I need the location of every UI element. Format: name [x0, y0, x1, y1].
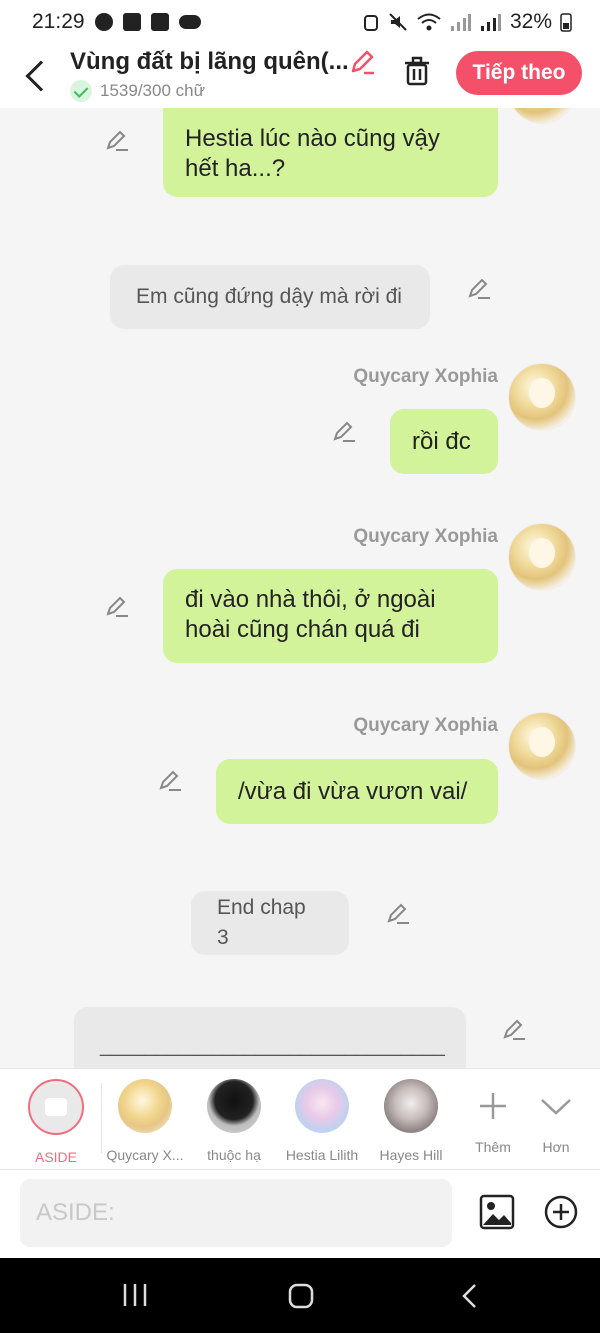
battery-icon: [560, 13, 572, 32]
avatar[interactable]: [508, 712, 576, 780]
edit-pencil-icon[interactable]: [385, 901, 411, 927]
chat-area[interactable]: Hestia lúc nào cũng vậy hết ha...? Em cũ…: [0, 108, 600, 1068]
more-label: Hơn: [542, 1139, 570, 1155]
home-icon[interactable]: [287, 1282, 315, 1310]
chevron-down-icon: [541, 1099, 571, 1115]
character-label: thuộc hạ: [207, 1147, 261, 1163]
add-circle-icon[interactable]: [543, 1194, 579, 1230]
recent-apps-icon[interactable]: [120, 1282, 150, 1308]
message-bubble[interactable]: đi vào nhà thôi, ở ngoài hoài cũng chán …: [163, 569, 498, 663]
cloud-icon: [178, 15, 201, 29]
sender-name: Quycary Xophia: [353, 715, 498, 736]
image-icon[interactable]: [479, 1194, 515, 1230]
next-button[interactable]: Tiếp theo: [456, 51, 582, 95]
message-bubble[interactable]: /vừa đi vừa vươn vai/: [216, 759, 498, 824]
status-bar: 21:29 32%: [0, 0, 600, 44]
messenger-icon: [94, 13, 113, 31]
edit-pencil-icon[interactable]: [466, 276, 492, 302]
edit-pencil-icon[interactable]: [501, 1017, 527, 1043]
sender-name: Quycary Xophia: [353, 526, 498, 547]
aside-text: _______________________________: [100, 1035, 445, 1057]
clock: 21:29: [32, 10, 85, 33]
message-bubble[interactable]: rồi đc: [390, 409, 498, 474]
image-notification-icon: [150, 13, 169, 31]
message-bubble[interactable]: Hestia lúc nào cũng vậy hết ha...?: [163, 108, 498, 197]
system-nav-bar: [0, 1258, 600, 1333]
character-bar: ASIDE Quycary X... thuộc hạ Hestia Lilit…: [0, 1068, 600, 1170]
signal-icon: [450, 14, 471, 31]
sender-name: Quycary Xophia: [353, 366, 498, 387]
mute-icon: [389, 13, 407, 31]
character-label: ASIDE: [34, 1149, 77, 1165]
character-hestia[interactable]: Hestia Lilith: [277, 1079, 367, 1163]
aside-bubble[interactable]: _______________________________: [74, 1007, 466, 1068]
more-button[interactable]: Hơn: [511, 1079, 600, 1155]
character-label: Hestia Lilith: [285, 1147, 359, 1163]
header: Vùng đất bị lãng quên(... 1539/300 chữ T…: [0, 44, 600, 108]
message-text: rồi đc: [412, 427, 471, 455]
edit-pencil-icon[interactable]: [104, 594, 130, 620]
character-hayes[interactable]: Hayes Hill: [366, 1079, 456, 1163]
character-thuoc-ha[interactable]: thuộc hạ: [189, 1079, 279, 1163]
battery-percent: 32%: [509, 10, 552, 33]
alarm-icon: [363, 15, 378, 31]
avatar: [384, 1079, 438, 1133]
back-arrow-icon[interactable]: [25, 60, 57, 92]
trash-icon[interactable]: [402, 56, 432, 86]
character-label: Hayes Hill: [379, 1147, 443, 1163]
aside-bubble[interactable]: Em cũng đứng dậy mà rời đi: [110, 265, 430, 329]
message-text: đi vào nhà thôi, ở ngoài: [185, 586, 436, 613]
message-text: /vừa đi vừa vươn vai/: [238, 777, 468, 805]
checkbox-notification-icon: [122, 13, 141, 31]
avatar[interactable]: [508, 523, 576, 591]
avatar[interactable]: [508, 108, 576, 124]
avatar: [295, 1079, 349, 1133]
signal-icon-2: [480, 14, 501, 31]
wifi-icon: [417, 13, 441, 31]
aside-icon: [28, 1079, 84, 1135]
message-text: Hestia lúc nào cũng vậy: [185, 125, 440, 152]
input-bar: [0, 1170, 600, 1258]
word-count: 1539/300 chữ: [100, 81, 205, 100]
character-label: Quycary X...: [106, 1147, 184, 1163]
avatar: [207, 1079, 261, 1133]
check-icon: [70, 80, 92, 102]
edit-pencil-icon[interactable]: [104, 128, 130, 154]
character-quycary[interactable]: Quycary X...: [100, 1079, 190, 1163]
message-input[interactable]: [20, 1179, 452, 1247]
message-text: hết ha...?: [185, 155, 286, 182]
back-nav-icon[interactable]: [459, 1282, 481, 1310]
edit-pencil-icon[interactable]: [157, 768, 183, 794]
story-title: Vùng đất bị lãng quên(...: [70, 48, 349, 75]
avatar: [118, 1079, 172, 1133]
avatar[interactable]: [508, 363, 576, 431]
character-aside[interactable]: ASIDE: [11, 1079, 101, 1165]
edit-pencil-icon[interactable]: [331, 419, 357, 445]
aside-bubble[interactable]: End chap 3: [191, 891, 349, 955]
aside-text: Em cũng đứng dậy mà rời đi: [136, 285, 402, 308]
message-text: hoài cũng chán quá đi: [185, 616, 420, 643]
edit-title-pencil-icon[interactable]: [348, 48, 376, 76]
aside-text: End chap 3: [217, 896, 306, 949]
